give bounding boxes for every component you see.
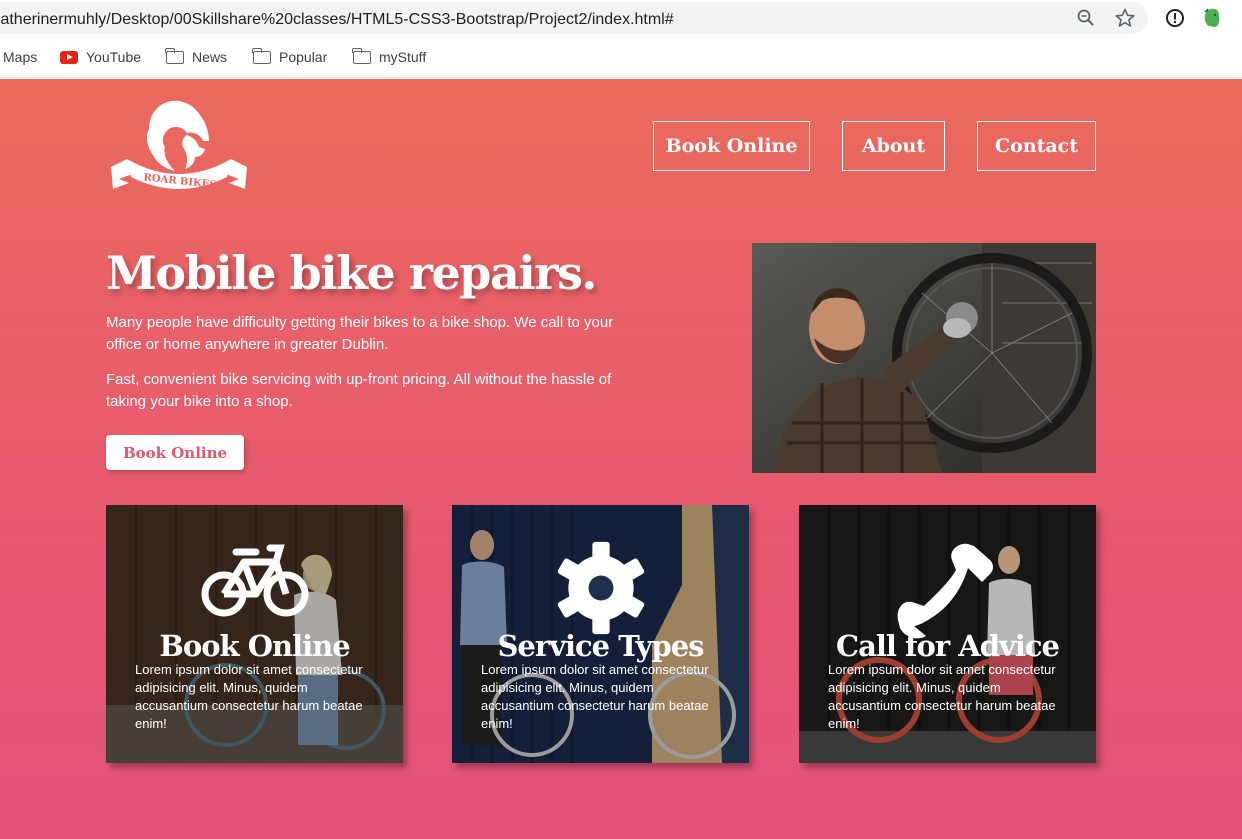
folder-icon: [352, 47, 371, 64]
url-text: s/catherinermuhly/Desktop/00Skillshare%2…: [0, 11, 674, 28]
page-body: ROAR BIKES Book Online About Contact Mob…: [0, 79, 1242, 839]
hero-paragraph-2: Fast, convenient bike servicing with up-…: [106, 371, 612, 410]
bookmark-youtube[interactable]: YouTube: [60, 49, 141, 65]
bookmark-label: Maps: [3, 49, 38, 65]
extension-info-icon[interactable]: [1163, 6, 1187, 30]
bookmark-maps[interactable]: Maps: [3, 49, 37, 65]
nav-book-online-button[interactable]: Book Online: [653, 121, 810, 171]
bookmarks-bar: Maps YouTube News Popular myStuff: [0, 40, 1242, 78]
nav-contact-button[interactable]: Contact: [977, 121, 1096, 171]
bookmark-star-icon[interactable]: [1113, 6, 1137, 30]
zoom-icon[interactable]: [1074, 6, 1098, 30]
card-call-for-advice[interactable]: Call for Advice Lorem ipsum dolor sit am…: [799, 505, 1096, 763]
card-title: Call for Advice: [836, 629, 1060, 663]
folder-icon: [252, 47, 271, 64]
card-title: Service Types: [497, 629, 704, 663]
url-field[interactable]: s/catherinermuhly/Desktop/00Skillshare%2…: [0, 2, 1148, 34]
card-text: Lorem ipsum dolor sit amet consectetur a…: [481, 662, 709, 731]
folder-icon: [165, 47, 184, 64]
browser-address-bar: s/catherinermuhly/Desktop/00Skillshare%2…: [0, 0, 1242, 40]
card-text: Lorem ipsum dolor sit amet consectetur a…: [828, 662, 1056, 731]
roar-bikes-logo[interactable]: ROAR BIKES: [105, 97, 253, 197]
card-service-types[interactable]: Service Types Lorem ipsum dolor sit amet…: [452, 505, 749, 763]
bicycle-icon: [106, 540, 403, 630]
bookmark-label: myStuff: [379, 49, 427, 65]
hero-mechanic-photo: [752, 243, 1096, 473]
bookmark-label: News: [192, 49, 228, 65]
bookmark-popular[interactable]: Popular: [252, 47, 328, 65]
nav-about-button[interactable]: About: [842, 121, 945, 171]
bookmark-label: Popular: [279, 49, 328, 65]
gear-icon: [452, 540, 749, 635]
bookmark-news[interactable]: News: [165, 47, 228, 65]
hero-paragraph-1: Many people have difficulty getting thei…: [106, 314, 614, 353]
evernote-icon[interactable]: [1200, 6, 1224, 30]
hero-book-online-button[interactable]: Book Online: [106, 435, 244, 470]
bookmark-mystuff[interactable]: myStuff: [352, 47, 427, 65]
hero-title: Mobile bike repairs.: [106, 246, 597, 300]
card-text: Lorem ipsum dolor sit amet consectetur a…: [135, 662, 363, 731]
bookmark-label: YouTube: [86, 49, 142, 65]
card-book-online[interactable]: Book Online Lorem ipsum dolor sit amet c…: [106, 505, 403, 763]
card-title: Book Online: [159, 629, 350, 663]
phone-icon: [799, 540, 1096, 639]
youtube-icon: [60, 50, 78, 64]
